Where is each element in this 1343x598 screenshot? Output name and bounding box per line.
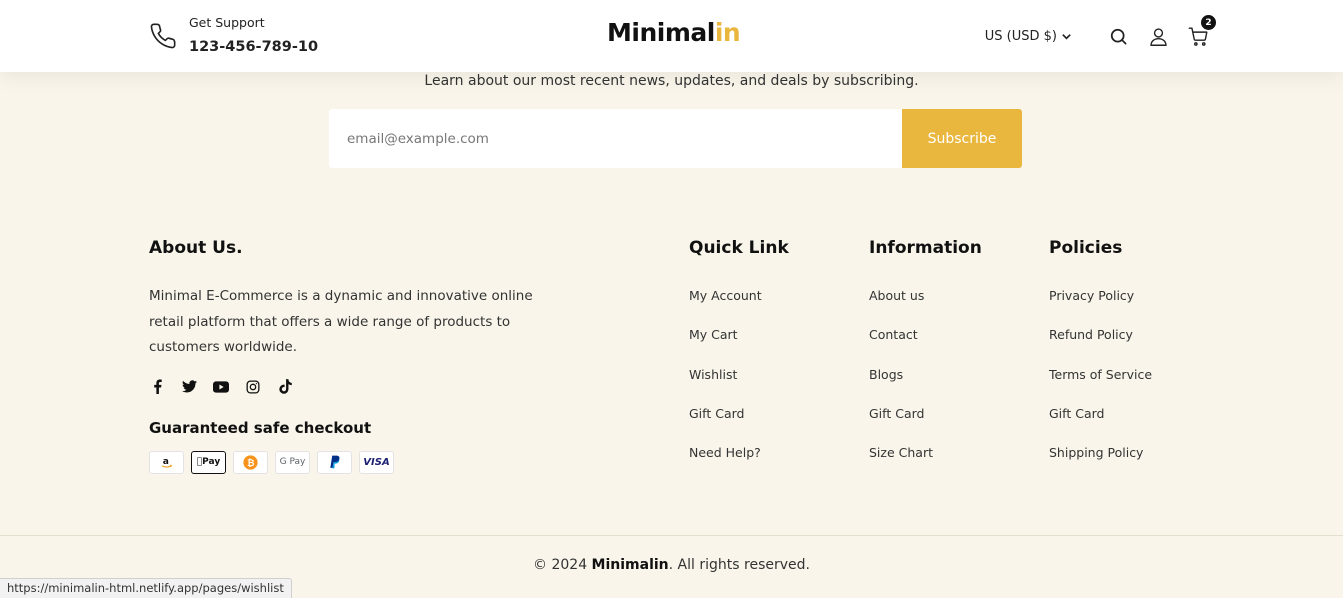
svg-text:₿: ₿	[247, 457, 254, 468]
visa-icon: VISA	[359, 450, 394, 474]
phone-icon	[150, 23, 176, 49]
quick-link-title: Quick Link	[689, 238, 789, 258]
youtube-icon	[213, 380, 229, 393]
instagram-link[interactable]	[245, 379, 261, 395]
youtube-link[interactable]	[213, 379, 229, 395]
information-list: About us Contact Blogs Gift Card Size Ch…	[869, 286, 982, 482]
footer-link-policy-gift-card[interactable]: Gift Card	[1049, 404, 1152, 443]
facebook-link[interactable]	[149, 379, 165, 395]
social-links	[149, 379, 539, 395]
cart-button[interactable]: 2	[1186, 15, 1216, 48]
facebook-icon	[153, 379, 162, 394]
bitcoin-logo-icon: ₿	[243, 454, 258, 470]
footer-link-need-help[interactable]: Need Help?	[689, 443, 789, 482]
logo-accent-text: in	[714, 18, 741, 47]
header-actions: US (USD $) 2	[985, 14, 1216, 58]
amazon-logo-icon: a	[161, 457, 172, 468]
footer-link-blogs[interactable]: Blogs	[869, 365, 982, 404]
policies-title: Policies	[1049, 238, 1123, 258]
subscribe-button[interactable]: Subscribe	[902, 109, 1022, 168]
newsletter-text: Learn about our most recent news, update…	[424, 73, 919, 89]
visa-label: VISA	[363, 456, 390, 468]
policies-list: Privacy Policy Refund Policy Terms of Se…	[1049, 286, 1152, 482]
support-phone-number[interactable]: 123-456-789-10	[189, 36, 318, 58]
footer-link-privacy-policy[interactable]: Privacy Policy	[1049, 286, 1152, 325]
about-title: About Us.	[149, 238, 243, 258]
footer-link-gift-card[interactable]: Gift Card	[689, 404, 789, 443]
twitter-link[interactable]	[181, 379, 197, 395]
search-button[interactable]	[1106, 24, 1130, 48]
svg-text:a: a	[162, 457, 168, 467]
currency-selector[interactable]: US (USD $)	[985, 29, 1072, 44]
footer-link-about-us[interactable]: About us	[869, 286, 982, 325]
payment-methods: a Pay ₿ G Pay VISA	[149, 450, 539, 474]
footer-divider	[0, 535, 1343, 536]
site-header: Get Support 123-456-789-10 Minimalin US …	[0, 0, 1343, 72]
support-block[interactable]: Get Support 123-456-789-10	[149, 14, 318, 58]
google-pay-label: G Pay	[279, 457, 306, 467]
footer-link-my-cart[interactable]: My Cart	[689, 325, 789, 364]
apple-pay-label: Pay	[197, 457, 220, 467]
footer-link-my-account[interactable]: My Account	[689, 286, 789, 325]
twitter-icon	[181, 380, 197, 393]
subscribe-form: Subscribe	[329, 109, 1022, 168]
email-input[interactable]	[329, 109, 902, 168]
account-button[interactable]	[1146, 24, 1170, 48]
footer-link-shipping-policy[interactable]: Shipping Policy	[1049, 443, 1152, 482]
paypal-logo-icon	[329, 455, 339, 469]
bitcoin-icon: ₿	[233, 450, 268, 474]
policies-column: Policies Privacy Policy Refund Policy Te…	[1049, 238, 1152, 482]
paypal-icon	[317, 450, 352, 474]
support-label: Get Support	[189, 15, 265, 30]
user-icon	[1149, 27, 1167, 46]
footer-link-refund-policy[interactable]: Refund Policy	[1049, 325, 1152, 364]
copyright-prefix: © 2024	[533, 557, 592, 573]
copyright-suffix: . All rights reserved.	[668, 557, 810, 573]
tiktok-link[interactable]	[277, 379, 293, 395]
browser-status-url: https://minimalin-html.netlify.app/pages…	[0, 578, 292, 598]
tiktok-icon	[278, 379, 292, 394]
about-section: About Us. Minimal E-Commerce is a dynami…	[149, 238, 539, 474]
quick-link-list: My Account My Cart Wishlist Gift Card Ne…	[689, 286, 789, 482]
information-title: Information	[869, 238, 982, 258]
information-column: Information About us Contact Blogs Gift …	[869, 238, 982, 482]
amazon-pay-icon: a	[149, 450, 184, 474]
copyright-text: © 2024 Minimalin. All rights reserved.	[0, 557, 1343, 573]
copyright-brand[interactable]: Minimalin	[592, 557, 669, 573]
google-pay-icon: G Pay	[275, 450, 310, 474]
chevron-down-icon	[1062, 33, 1071, 40]
safe-checkout-title: Guaranteed safe checkout	[149, 418, 372, 437]
about-description: Minimal E-Commerce is a dynamic and inno…	[149, 288, 533, 355]
footer-link-info-gift-card[interactable]: Gift Card	[869, 404, 982, 443]
footer-link-wishlist[interactable]: Wishlist	[689, 365, 789, 404]
currency-label: US (USD $)	[984, 28, 1057, 44]
logo-main-text: Minimal	[607, 18, 715, 47]
instagram-icon	[246, 380, 260, 393]
quick-link-column: Quick Link My Account My Cart Wishlist G…	[689, 238, 789, 482]
footer-link-contact[interactable]: Contact	[869, 325, 982, 364]
footer-link-terms-of-service[interactable]: Terms of Service	[1049, 365, 1152, 404]
site-logo[interactable]: Minimalin	[607, 18, 741, 47]
apple-pay-icon: Pay	[191, 450, 226, 474]
footer-link-size-chart[interactable]: Size Chart	[869, 443, 982, 482]
cart-count-badge: 2	[1201, 15, 1216, 30]
search-icon	[1110, 28, 1126, 44]
